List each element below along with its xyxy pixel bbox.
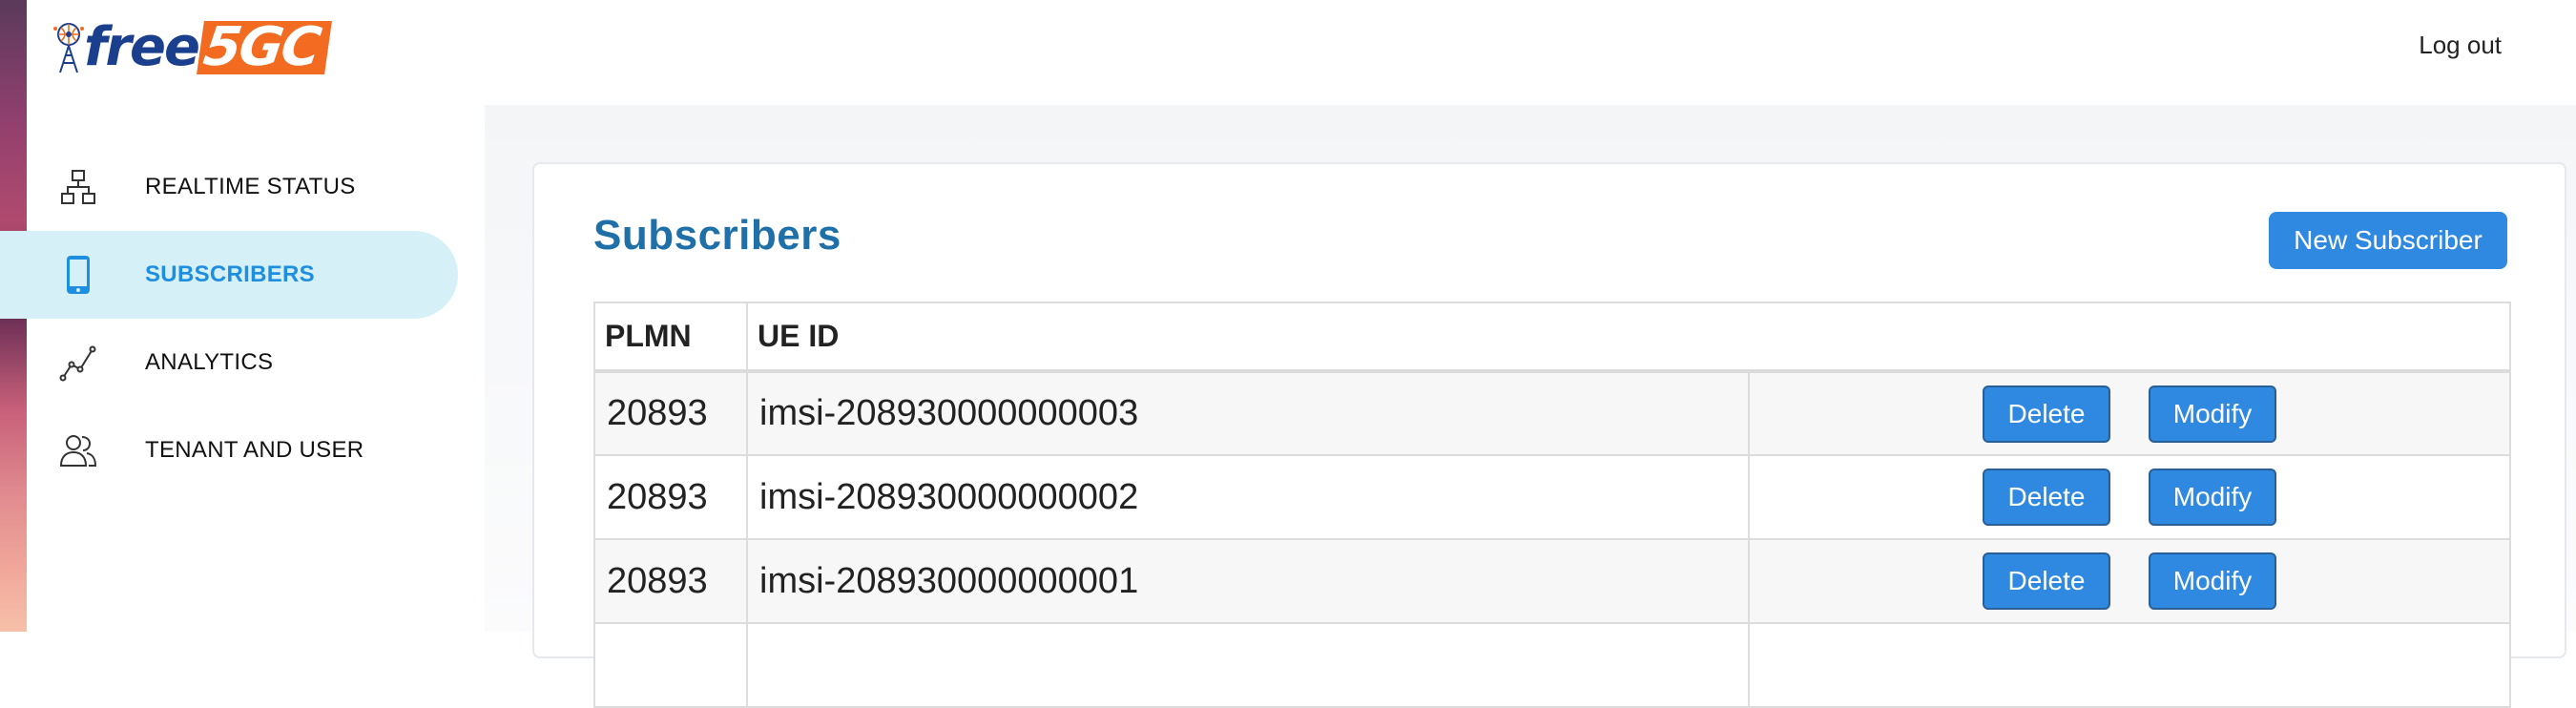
sidebar-nav: REALTIME STATUS SUBSCRIBERS ANALYTICS TE…: [0, 143, 458, 494]
sidebar-item-analytics[interactable]: ANALYTICS: [0, 319, 458, 406]
sidebar-item-tenant-and-user[interactable]: TENANT AND USER: [0, 406, 458, 494]
delete-button[interactable]: Delete: [1983, 469, 2110, 526]
plmn-cell: 20893: [593, 454, 748, 540]
network-icon: [57, 166, 99, 208]
sidebar-item-label: ANALYTICS: [145, 349, 274, 375]
ue-id-cell: imsi-208930000000003: [746, 370, 1750, 456]
logout-link[interactable]: Log out: [2419, 31, 2502, 60]
logo-text-free: free: [84, 16, 200, 78]
row-actions: Delete Modify: [1748, 370, 2511, 456]
sidebar-item-realtime-status[interactable]: REALTIME STATUS: [0, 143, 458, 231]
analytics-icon: [57, 342, 99, 384]
logo-text-5gc: 5GC: [197, 16, 332, 78]
column-header-plmn: PLMN: [593, 302, 748, 373]
phone-icon: [57, 254, 99, 296]
table-row: 20893 imsi-208930000000003 Delete Modify: [593, 370, 2511, 456]
subscribers-table: PLMN UE ID 20893 imsi-208930000000003 De…: [593, 302, 2511, 708]
modify-button[interactable]: Modify: [2149, 469, 2276, 526]
ue-id-cell: imsi-208930000000002: [746, 454, 1750, 540]
free5gc-logo[interactable]: free5GC: [50, 16, 332, 78]
new-subscriber-button[interactable]: New Subscriber: [2269, 212, 2507, 269]
subscribers-card: Subscribers New Subscriber PLMN UE ID 20…: [532, 162, 2566, 708]
logo-text: free5GC: [84, 16, 332, 78]
ue-id-cell: imsi-208930000000001: [746, 538, 1750, 624]
table-header-row: PLMN UE ID: [593, 302, 2511, 373]
ue-id-cell: [746, 622, 1750, 708]
delete-button[interactable]: Delete: [1983, 385, 2110, 443]
sidebar-item-subscribers[interactable]: SUBSCRIBERS: [0, 231, 458, 319]
sidebar-item-label: TENANT AND USER: [145, 437, 364, 463]
antenna-globe-icon: [53, 23, 84, 73]
plmn-cell: [593, 622, 748, 708]
row-actions: Delete Modify: [1748, 454, 2511, 540]
page-title: Subscribers: [593, 212, 841, 259]
sidebar-item-label: REALTIME STATUS: [145, 174, 356, 199]
modify-button[interactable]: Modify: [2149, 385, 2276, 443]
users-icon: [57, 429, 99, 471]
column-header-ue-id: UE ID: [746, 302, 2511, 373]
delete-button[interactable]: Delete: [1983, 552, 2110, 610]
top-bar: Log out: [485, 0, 2576, 105]
row-actions: [1748, 622, 2511, 708]
table-row: [593, 622, 2511, 708]
table-row: 20893 imsi-208930000000001 Delete Modify: [593, 538, 2511, 624]
modify-button[interactable]: Modify: [2149, 552, 2276, 610]
plmn-cell: 20893: [593, 370, 748, 456]
table-row: 20893 imsi-208930000000002 Delete Modify: [593, 454, 2511, 540]
sidebar-item-label: SUBSCRIBERS: [145, 261, 315, 287]
row-actions: Delete Modify: [1748, 538, 2511, 624]
plmn-cell: 20893: [593, 538, 748, 624]
